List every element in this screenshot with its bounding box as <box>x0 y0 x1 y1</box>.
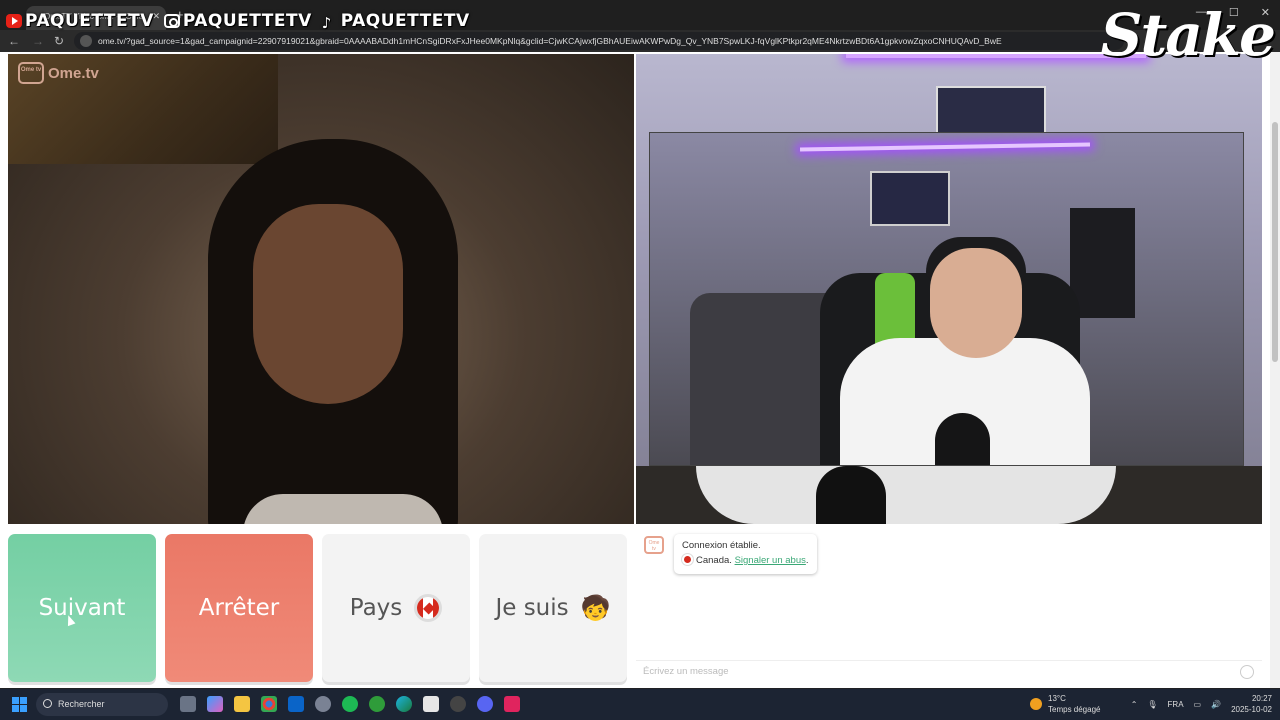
cam-window <box>870 171 950 226</box>
back-icon[interactable]: ← <box>8 34 20 48</box>
weather-widget[interactable]: 13°C Temps dégagé <box>1030 693 1100 715</box>
pinned-apps <box>180 696 520 712</box>
report-suffix: . <box>805 555 809 566</box>
system-message: Connexion établie. Canada. Signaler un a… <box>674 534 817 574</box>
microphone-icon[interactable]: 🎙 <box>1147 700 1157 709</box>
ome-logo: Ome tv Ome.tv <box>18 62 99 84</box>
tiktok-icon: ♪ <box>321 14 332 32</box>
neon-strip-cam <box>799 142 1091 152</box>
stop-button[interactable]: Arrêter <box>165 534 313 682</box>
windows-taskbar: Rechercher 13°C Temps dégagé ⌃ 🎙 FRA ▭ 🔊… <box>0 689 1280 720</box>
boy-emoji-icon: 🧒 <box>580 594 611 622</box>
canada-flag-small-icon <box>682 554 693 565</box>
task-view-icon[interactable] <box>180 696 196 712</box>
report-abuse-link[interactable]: Signaler un abus <box>735 555 806 566</box>
scrollbar-thumb[interactable] <box>1272 122 1278 362</box>
self-video-lower <box>636 466 1262 524</box>
outlook-icon[interactable] <box>288 696 304 712</box>
reload-icon[interactable]: ↻ <box>54 34 64 48</box>
self-video <box>636 54 1262 524</box>
site-info-icon[interactable] <box>80 35 92 47</box>
stop-label: Arrêter <box>198 595 280 621</box>
country-line: Canada. Signaler un abus. <box>682 553 809 568</box>
gender-button[interactable]: Je suis 🧒 <box>479 534 627 682</box>
search-icon <box>43 699 52 708</box>
stranger-video <box>8 54 634 524</box>
instagram-icon <box>163 14 180 28</box>
stranger-face <box>253 204 403 404</box>
tv <box>1070 208 1135 318</box>
social-overlay: PAQUETTETV PAQUETTETV ♪ PAQUETTETV <box>6 8 470 34</box>
copilot-icon[interactable] <box>207 696 223 712</box>
language-indicator[interactable]: FRA <box>1168 700 1184 709</box>
file-explorer-icon[interactable] <box>234 696 250 712</box>
ome-chat-icon: Ome tv <box>644 536 664 554</box>
canada-flag-icon <box>414 594 443 622</box>
settings-icon[interactable] <box>315 696 331 712</box>
xbox-icon[interactable] <box>369 696 385 712</box>
microphone <box>935 413 990 465</box>
taskbar-search[interactable]: Rechercher <box>36 693 168 716</box>
windows-start-icon[interactable] <box>12 697 27 712</box>
github-icon[interactable] <box>450 696 466 712</box>
youtube-icon <box>6 14 22 28</box>
ome-logo-text: Ome.tv <box>48 64 99 82</box>
instagram-handle: PAQUETTETV <box>163 11 312 31</box>
clock-date: 2025-10-02 <box>1231 705 1272 714</box>
clock-time: 20:27 <box>1251 694 1272 703</box>
gender-label: Je suis <box>495 595 569 621</box>
search-label: Rechercher <box>58 699 105 709</box>
streamer-face <box>930 248 1022 358</box>
next-label: Suivant <box>38 595 126 621</box>
discord-icon[interactable] <box>477 696 493 712</box>
tiktok-handle: ♪ PAQUETTETV <box>321 11 470 32</box>
spotify-icon[interactable] <box>342 696 358 712</box>
sun-icon <box>1030 698 1042 710</box>
connection-status: Connexion établie. <box>682 540 761 551</box>
self-shirt <box>696 466 1116 524</box>
clock[interactable]: 20:27 2025-10-02 <box>1231 693 1272 715</box>
country-button[interactable]: Pays <box>322 534 470 682</box>
edge-icon[interactable] <box>396 696 412 712</box>
country-label: Pays <box>349 595 403 621</box>
smiley-icon[interactable] <box>1240 665 1254 679</box>
weather-desc: Temps dégagé <box>1048 705 1101 714</box>
weather-temp: 13°C <box>1048 694 1066 703</box>
ome-logo-icon: Ome tv <box>18 62 44 84</box>
store-icon[interactable] <box>423 696 439 712</box>
display-icon[interactable]: ▭ <box>1194 700 1202 709</box>
next-button[interactable]: Suivant <box>8 534 156 682</box>
forward-icon[interactable]: → <box>32 34 44 48</box>
scrollbar[interactable] <box>1270 52 1280 688</box>
system-tray: ⌃ 🎙 FRA ▭ 🔊 20:27 2025-10-02 <box>1131 693 1272 715</box>
address-bar[interactable]: ome.tv/?gad_source=1&gad_campaignid=2290… <box>74 32 1124 50</box>
stake-logo: Stake <box>1100 1 1276 69</box>
stranger-hoodie <box>243 494 443 524</box>
tray-overflow-icon[interactable]: ⌃ <box>1131 700 1138 709</box>
tiktok-app-icon[interactable] <box>504 696 520 712</box>
self-microphone <box>816 466 886 524</box>
streamer-camera <box>649 132 1244 466</box>
chrome-icon[interactable] <box>261 696 277 712</box>
youtube-handle: PAQUETTETV <box>6 11 154 31</box>
message-placeholder: Écrivez un message <box>643 666 729 677</box>
message-input[interactable]: Écrivez un message <box>636 660 1262 682</box>
country-name: Canada. <box>696 555 732 566</box>
volume-icon[interactable]: 🔊 <box>1211 700 1221 709</box>
url-text: ome.tv/?gad_source=1&gad_campaignid=2290… <box>98 36 1002 46</box>
